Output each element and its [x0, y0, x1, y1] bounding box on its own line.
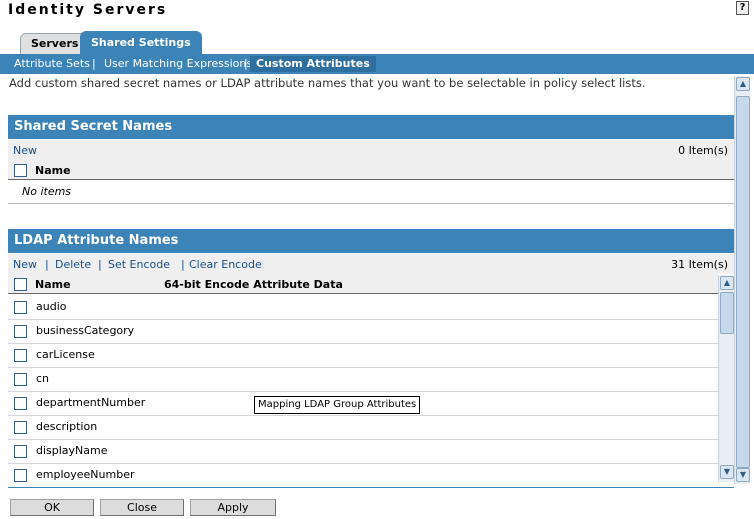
- ok-button[interactable]: OK: [10, 499, 94, 516]
- divider: [8, 487, 734, 488]
- tab-servers[interactable]: Servers: [20, 33, 90, 54]
- intro-text: Add custom shared secret names or LDAP a…: [9, 76, 646, 90]
- shared-secret-actions: New 0 Item(s): [8, 140, 734, 160]
- row-checkbox[interactable]: [14, 373, 27, 386]
- select-all-checkbox[interactable]: [14, 278, 27, 291]
- subnav-attribute-sets[interactable]: Attribute Sets: [14, 57, 90, 71]
- row-checkbox[interactable]: [14, 301, 27, 314]
- row-checkbox[interactable]: [14, 445, 27, 458]
- ldap-set-encode-link[interactable]: Set Encode: [108, 258, 170, 271]
- shared-secret-header: Shared Secret Names: [8, 115, 734, 139]
- ldap-header: LDAP Attribute Names: [8, 229, 734, 253]
- select-all-checkbox[interactable]: [14, 164, 27, 177]
- row-checkbox[interactable]: [14, 469, 27, 482]
- attribute-name: description: [36, 420, 98, 433]
- page-title: Identity Servers: [8, 2, 168, 18]
- ldap-new-link[interactable]: New: [13, 258, 37, 271]
- action-separator: |: [45, 258, 49, 271]
- table-row[interactable]: displayName: [8, 440, 718, 464]
- action-separator: |: [181, 258, 185, 271]
- attribute-name: businessCategory: [36, 324, 135, 337]
- tab-strip: Servers Shared Settings: [0, 29, 754, 54]
- subnav-user-matching-expressions[interactable]: User Matching Expressions: [104, 57, 252, 71]
- scroll-up-icon[interactable]: ▲: [720, 276, 734, 290]
- ldap-attribute-list: audio businessCategory carLicense cn dep…: [8, 296, 734, 484]
- ldap-count: 31 Item(s): [671, 258, 728, 271]
- shared-secret-empty-row: No items: [8, 181, 734, 204]
- close-button[interactable]: Close: [100, 499, 184, 516]
- scroll-down-icon[interactable]: ▼: [720, 465, 734, 479]
- table-row[interactable]: description: [8, 416, 718, 440]
- column-name-label: Name: [35, 278, 71, 291]
- column-encode-label: 64-bit Encode Attribute Data: [164, 278, 343, 291]
- scroll-thumb[interactable]: [736, 96, 750, 468]
- page-scrollbar[interactable]: ▲ ▼: [734, 76, 750, 484]
- subnav-custom-attributes[interactable]: Custom Attributes: [250, 56, 376, 72]
- tooltip: Mapping LDAP Group Attributes: [254, 396, 421, 414]
- subnav-separator: |: [244, 57, 248, 70]
- shared-secret-new-link[interactable]: New: [13, 144, 37, 157]
- attribute-name: cn: [36, 372, 50, 385]
- no-items-text: No items: [22, 185, 72, 198]
- column-name-label: Name: [35, 164, 71, 177]
- tab-shared-settings[interactable]: Shared Settings: [80, 31, 202, 54]
- shared-secret-count: 0 Item(s): [678, 144, 728, 157]
- attribute-name: carLicense: [36, 348, 95, 361]
- row-checkbox[interactable]: [14, 397, 27, 410]
- ldap-delete-link[interactable]: Delete: [55, 258, 91, 271]
- scroll-thumb[interactable]: [720, 292, 734, 334]
- action-separator: |: [98, 258, 102, 271]
- row-checkbox[interactable]: [14, 421, 27, 434]
- table-row[interactable]: businessCategory: [8, 320, 718, 344]
- list-scrollbar[interactable]: ▲ ▼: [718, 275, 734, 482]
- attribute-name: employeeNumber: [36, 468, 135, 481]
- table-row[interactable]: employeeNumber: [8, 464, 718, 484]
- attribute-name: displayName: [36, 444, 108, 457]
- ldap-clear-encode-link[interactable]: Clear Encode: [189, 258, 262, 271]
- scroll-up-icon[interactable]: ▲: [736, 77, 750, 91]
- table-row[interactable]: cn: [8, 368, 718, 392]
- ldap-actions: New | Delete | Set Encode | Clear Encode…: [8, 254, 734, 274]
- ldap-column-header: Name 64-bit Encode Attribute Data: [8, 274, 718, 294]
- attribute-name: audio: [36, 300, 67, 313]
- row-checkbox[interactable]: [14, 325, 27, 338]
- row-checkbox[interactable]: [14, 349, 27, 362]
- apply-button[interactable]: Apply: [190, 499, 276, 516]
- attribute-name: departmentNumber: [36, 396, 146, 409]
- help-icon[interactable]: ?: [736, 1, 749, 15]
- table-row[interactable]: audio: [8, 296, 718, 320]
- shared-secret-column-header: Name: [8, 160, 734, 180]
- scroll-down-icon[interactable]: ▼: [736, 468, 750, 482]
- subnav-bar: Attribute Sets | User Matching Expressio…: [0, 54, 754, 74]
- subnav-separator: |: [92, 57, 96, 70]
- title-bar: Identity Servers ?: [0, 0, 754, 22]
- table-row[interactable]: carLicense: [8, 344, 718, 368]
